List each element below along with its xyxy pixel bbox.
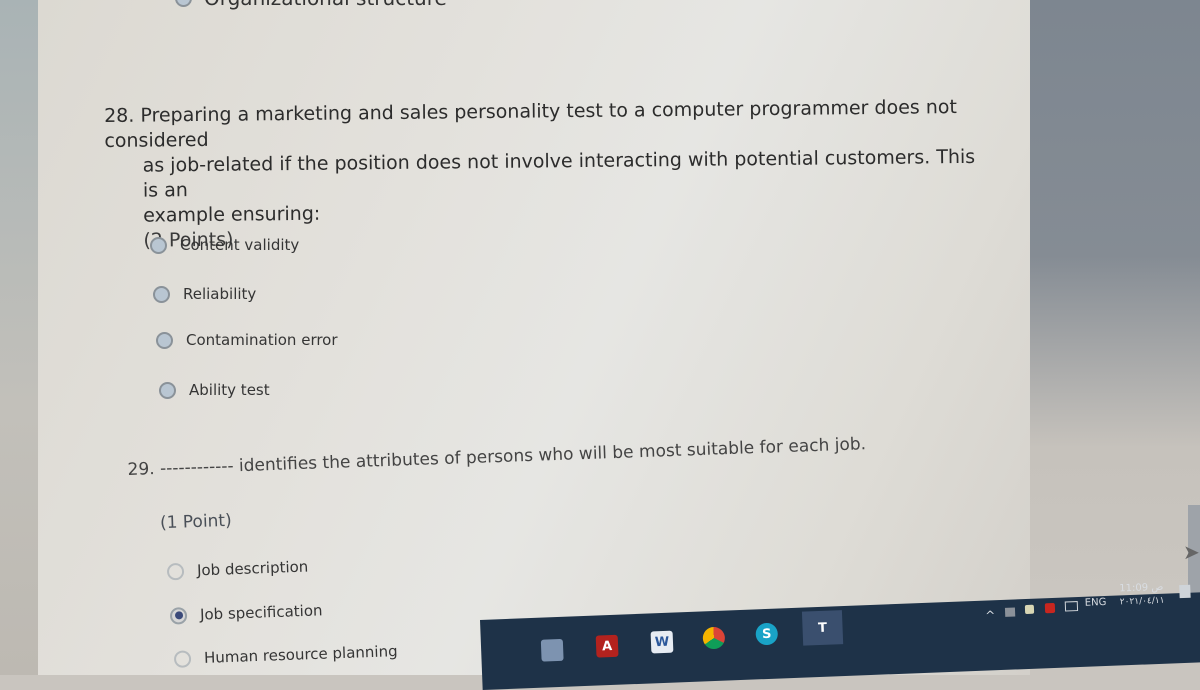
option-label: Contamination error xyxy=(186,331,338,349)
acrobat-reader-icon[interactable]: A xyxy=(595,634,619,658)
option-reliability[interactable]: Reliability xyxy=(153,285,256,303)
question-points: (1 Point) xyxy=(159,510,233,534)
radio-button[interactable] xyxy=(150,236,167,254)
question-28: 28. Preparing a marketing and sales pers… xyxy=(104,95,986,254)
tray-app-icon[interactable] xyxy=(1024,604,1035,615)
teams-icon[interactable]: T xyxy=(801,610,844,646)
word-icon[interactable]: W xyxy=(650,630,674,654)
clock-date[interactable]: ٢٠٢١/٠٤/١١ xyxy=(1120,596,1165,608)
battery-icon[interactable] xyxy=(1064,601,1079,612)
antivirus-icon[interactable] xyxy=(1044,602,1056,614)
option-label: Content validity xyxy=(180,236,300,254)
chrome-icon[interactable] xyxy=(702,626,726,650)
option-organizational-structure[interactable]: Organizational structure xyxy=(175,0,447,10)
teams-glyph: T xyxy=(817,620,828,636)
skype-glyph: S xyxy=(761,626,772,642)
mouse-cursor-icon: ➤ xyxy=(1183,540,1200,564)
radio-button[interactable] xyxy=(173,649,192,668)
radio-button[interactable] xyxy=(156,331,173,349)
word-glyph: W xyxy=(654,634,670,650)
option-contamination-error[interactable]: Contamination error xyxy=(156,331,338,349)
option-ability-test[interactable]: Ability test xyxy=(159,381,270,399)
question-blank: ------------ xyxy=(159,456,234,479)
option-content-validity[interactable]: Content validity xyxy=(150,236,299,254)
question-text-line1: Preparing a marketing and sales personal… xyxy=(104,96,958,152)
skype-icon[interactable]: S xyxy=(755,622,779,646)
language-indicator[interactable]: ENG xyxy=(1085,597,1107,609)
radio-button[interactable] xyxy=(153,285,170,303)
question-number: 29. xyxy=(127,459,155,481)
question-text-line2: as job-related if the position does not … xyxy=(142,145,976,202)
option-label: Ability test xyxy=(189,381,270,399)
window-edge-left xyxy=(0,0,38,675)
network-icon[interactable] xyxy=(1004,607,1016,617)
radio-button[interactable] xyxy=(159,381,176,399)
radio-button[interactable] xyxy=(166,562,185,580)
tray-chevron-icon[interactable]: ^ xyxy=(985,608,996,622)
question-number: 28. xyxy=(104,104,135,127)
acrobat-glyph: A xyxy=(601,638,613,654)
file-explorer-icon[interactable] xyxy=(540,638,564,662)
notifications-icon[interactable] xyxy=(1179,584,1191,599)
radio-button-selected[interactable] xyxy=(169,606,188,625)
clock-time[interactable]: 11:09 ص xyxy=(1119,582,1163,595)
radio-button[interactable] xyxy=(175,0,192,7)
option-label: Reliability xyxy=(183,285,257,303)
option-label: Organizational structure xyxy=(204,0,447,10)
right-side-panel xyxy=(1030,0,1200,640)
